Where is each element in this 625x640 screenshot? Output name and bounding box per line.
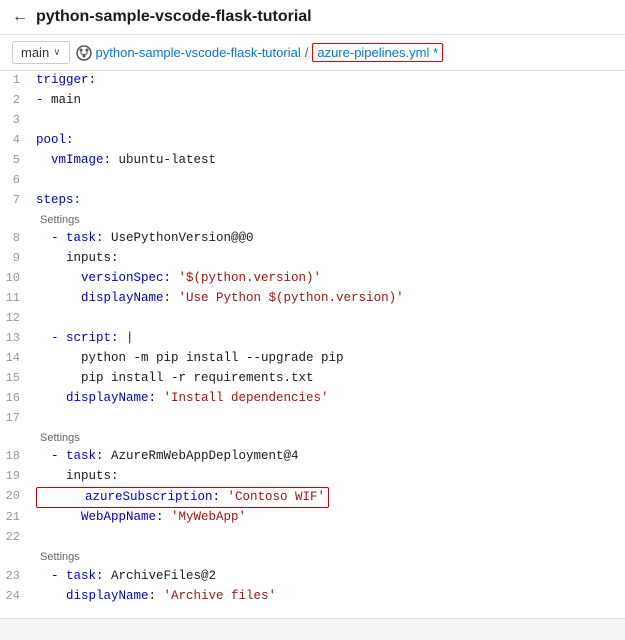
code-line-10: 10 versionSpec: '$(python.version)' [0,269,625,289]
code-line-5: 5 vmImage: ubuntu-latest [0,151,625,171]
code-line-21: 21 WebAppName: 'MyWebApp' [0,508,625,528]
code-line-7: 7steps: [0,191,625,211]
line-content: vmImage: ubuntu-latest [32,151,625,170]
repo-icon [76,45,92,61]
code-line-11: 11 displayName: 'Use Python $(python.ver… [0,289,625,309]
line-number: 18 [0,447,32,466]
line-content: trigger: [32,71,625,90]
code-line-4: 4pool: [0,131,625,151]
line-number: 7 [0,191,32,210]
line-content: displayName: 'Archive files' [32,587,625,606]
line-number: 1 [0,71,32,90]
line-content: - task: UsePythonVersion@@0 [32,229,625,248]
code-line-2: 2- main [0,91,625,111]
code-line-15: 15 pip install -r requirements.txt [0,369,625,389]
line-number: 14 [0,349,32,368]
code-line-13: 13 - script: | [0,329,625,349]
line-content: - main [32,91,625,110]
line-content: python -m pip install --upgrade pip [32,349,625,368]
footer [0,618,625,640]
breadcrumb-filename[interactable]: azure-pipelines.yml * [312,43,443,62]
line-number: 10 [0,269,32,288]
line-number: 11 [0,289,32,308]
code-line-22: 22 [0,528,625,548]
line-content: WebAppName: 'MyWebApp' [32,508,625,527]
code-line-3: 3 [0,111,625,131]
line-number: 22 [0,528,32,547]
line-number: 9 [0,249,32,268]
code-line-18: 18 - task: AzureRmWebAppDeployment@4 [0,447,625,467]
chevron-down-icon: ∨ [53,47,60,58]
code-line-8: 8 - task: UsePythonVersion@@0 [0,229,625,249]
line-number: 20 [0,487,32,506]
line-content: versionSpec: '$(python.version)' [32,269,625,288]
line-content: inputs: [32,249,625,268]
code-editor: 1trigger:2- main34pool:5 vmImage: ubuntu… [0,71,625,621]
code-line-9: 9 inputs: [0,249,625,269]
code-line-20: 20 azureSubscription: 'Contoso WIF' [0,487,625,508]
line-content: - task: ArchiveFiles@2 [32,567,625,586]
line-number: 23 [0,567,32,586]
line-content: displayName: 'Use Python $(python.versio… [32,289,625,308]
line-content: - task: AzureRmWebAppDeployment@4 [32,447,625,466]
back-button[interactable]: ← [12,8,28,26]
section-settings-label: Settings [40,212,625,229]
code-line-1: 1trigger: [0,71,625,91]
section-settings-label: Settings [40,549,625,566]
line-content: steps: [32,191,625,210]
code-line-24: 24 displayName: 'Archive files' [0,587,625,607]
line-number: 15 [0,369,32,388]
branch-name: main [21,45,49,60]
code-line-6: 6 [0,171,625,191]
code-line-23: 23 - task: ArchiveFiles@2 [0,567,625,587]
line-number: 17 [0,409,32,428]
header: ← python-sample-vscode-flask-tutorial [0,0,625,35]
branch-selector[interactable]: main ∨ [12,41,70,64]
toolbar: main ∨ python-sample-vscode-flask-tutori… [0,35,625,71]
line-number: 4 [0,131,32,150]
breadcrumb-repo-name[interactable]: python-sample-vscode-flask-tutorial [96,45,301,60]
line-content: pip install -r requirements.txt [32,369,625,388]
page-title: python-sample-vscode-flask-tutorial [36,8,312,26]
line-number: 8 [0,229,32,248]
line-number: 24 [0,587,32,606]
line-content: azureSubscription: 'Contoso WIF' [32,487,625,508]
line-content: displayName: 'Install dependencies' [32,389,625,408]
code-line-16: 16 displayName: 'Install dependencies' [0,389,625,409]
line-content: - script: | [32,329,625,348]
line-number: 2 [0,91,32,110]
line-number: 13 [0,329,32,348]
line-number: 6 [0,171,32,190]
line-number: 16 [0,389,32,408]
breadcrumb: python-sample-vscode-flask-tutorial / az… [76,43,613,62]
line-number: 19 [0,467,32,486]
code-line-14: 14 python -m pip install --upgrade pip [0,349,625,369]
code-line-19: 19 inputs: [0,467,625,487]
line-content: pool: [32,131,625,150]
line-number: 21 [0,508,32,527]
code-line-17: 17 [0,409,625,429]
line-number: 3 [0,111,32,130]
code-line-12: 12 [0,309,625,329]
line-number: 12 [0,309,32,328]
breadcrumb-separator: / [305,45,309,60]
line-number: 5 [0,151,32,170]
section-settings-label: Settings [40,430,625,447]
line-content: inputs: [32,467,625,486]
